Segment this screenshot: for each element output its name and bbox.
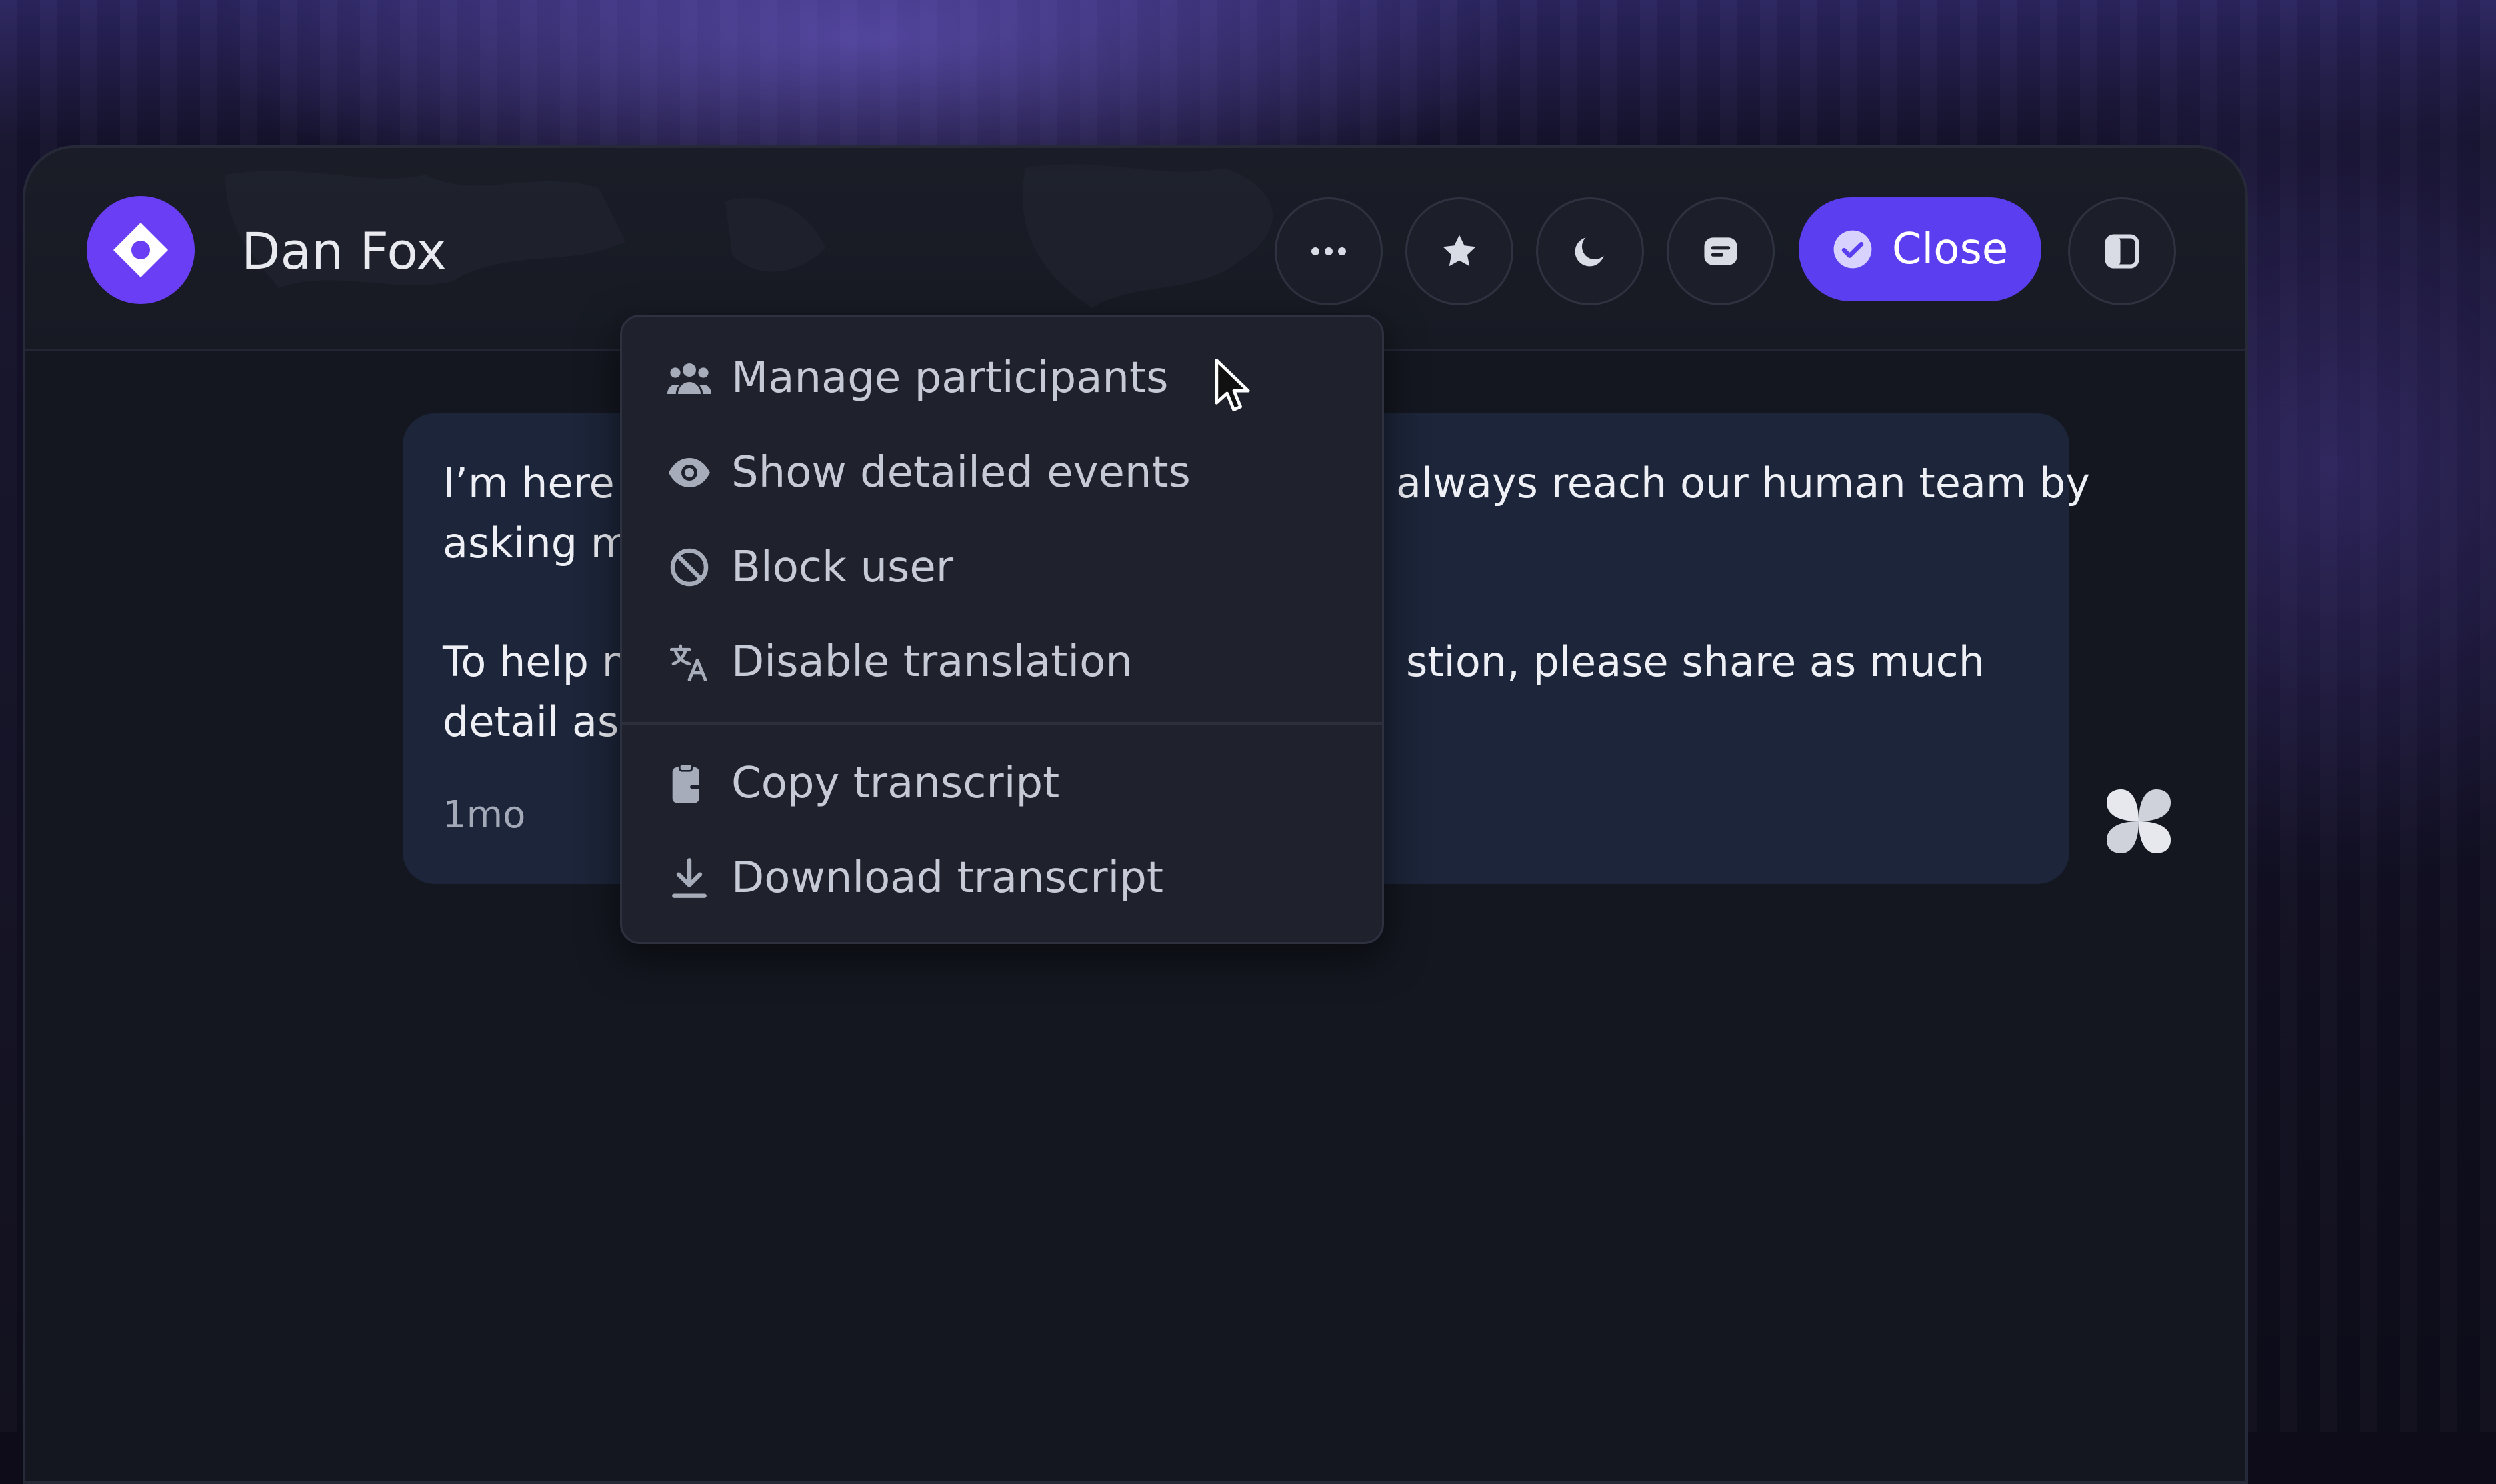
menu-item-label: Copy transcript xyxy=(731,759,1060,808)
menu-item-label: Manage participants xyxy=(731,353,1169,403)
menu-item-download-transcript[interactable]: Download transcript xyxy=(622,838,1382,918)
menu-item-label: Show detailed events xyxy=(731,448,1191,497)
download-icon xyxy=(666,855,713,901)
menu-item-disable-translation[interactable]: Disable translation xyxy=(622,622,1382,702)
star-icon xyxy=(1443,235,1476,267)
close-label: Close xyxy=(1891,225,2009,274)
note-button[interactable] xyxy=(1667,197,1775,305)
sidebar-panel-icon xyxy=(2105,234,2139,269)
message-line: asking m xyxy=(443,519,631,567)
message-timestamp: 1mo xyxy=(443,793,526,837)
message-line: To help n xyxy=(443,637,629,686)
menu-item-label: Disable translation xyxy=(731,637,1133,687)
check-circle-icon xyxy=(1833,230,1872,269)
ellipsis-icon xyxy=(1311,247,1346,255)
ai-agent-icon xyxy=(2107,789,2171,853)
more-options-menu: Manage participants Show detailed events… xyxy=(620,315,1384,944)
moon-icon xyxy=(1575,237,1604,267)
menu-item-copy-transcript[interactable]: Copy transcript xyxy=(622,743,1382,823)
eye-icon xyxy=(666,449,713,496)
menu-item-label: Download transcript xyxy=(731,853,1163,903)
mouse-pointer-icon xyxy=(1215,359,1250,411)
chat-card-icon xyxy=(1704,237,1737,265)
menu-item-label: Block user xyxy=(731,543,954,592)
brand-logo xyxy=(87,196,195,304)
message-line: I’m here t xyxy=(443,459,644,507)
message-line: detail as xyxy=(443,697,619,746)
clipboard-icon xyxy=(666,760,713,807)
more-options-button[interactable] xyxy=(1275,197,1383,305)
participants-icon xyxy=(666,355,713,401)
menu-item-block-user[interactable]: Block user xyxy=(622,527,1382,607)
star-button[interactable] xyxy=(1405,197,1513,305)
translate-icon xyxy=(666,639,713,685)
message-line: always reach our human team by xyxy=(1396,459,2090,507)
conversation-title: Dan Fox xyxy=(241,221,447,281)
toggle-sidebar-button[interactable] xyxy=(2068,197,2176,305)
diamond-logo-icon xyxy=(113,223,168,277)
message-line: stion, please share as much xyxy=(1406,637,1985,686)
close-conversation-button[interactable]: Close xyxy=(1799,197,2041,301)
menu-item-show-detailed-events[interactable]: Show detailed events xyxy=(622,433,1382,513)
snooze-button[interactable] xyxy=(1536,197,1644,305)
block-icon xyxy=(666,544,713,591)
menu-divider xyxy=(622,722,1382,725)
menu-item-manage-participants[interactable]: Manage participants xyxy=(622,338,1382,418)
